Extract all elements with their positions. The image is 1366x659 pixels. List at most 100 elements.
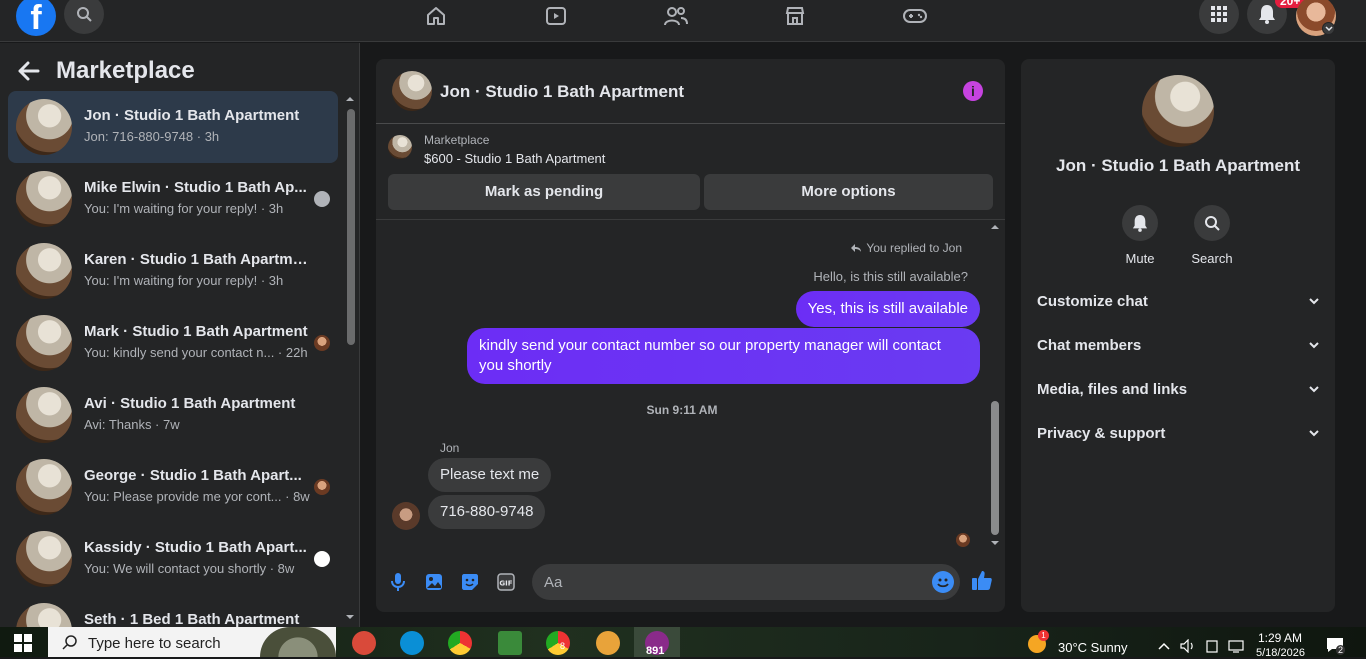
sender-name: Jon	[440, 441, 460, 455]
chat-title[interactable]: Jon · Studio 1 Bath Apartment	[440, 82, 684, 102]
message-timestamp: Sun 9:11 AM	[646, 403, 718, 417]
search-in-chat-button[interactable]: Search	[1182, 205, 1242, 266]
conversation-item[interactable]: Mike Elwin · Studio 1 Bath Ap... You: I'…	[8, 163, 338, 235]
outgoing-message[interactable]: Yes, this is still available	[795, 291, 980, 327]
gif-button[interactable]: GIF	[495, 571, 517, 593]
menu-button[interactable]	[1199, 0, 1239, 34]
conversation-name: Seth · 1 Bed 1 Bath Apartment	[84, 611, 300, 627]
chat-avatar[interactable]	[392, 71, 432, 111]
sticker-icon	[462, 574, 478, 590]
search-icon	[1194, 205, 1230, 241]
search-button[interactable]	[64, 0, 104, 34]
battery-icon[interactable]	[1206, 639, 1218, 653]
taskbar-search-placeholder: Type here to search	[88, 635, 221, 652]
info-icon[interactable]: i	[963, 81, 983, 101]
listing-category: Marketplace	[424, 133, 490, 147]
taskbar-app-icon[interactable]	[400, 631, 424, 655]
more-options-button[interactable]: More options	[704, 174, 993, 210]
thumbs-up-icon	[972, 571, 992, 590]
windows-start-icon[interactable]	[14, 634, 32, 652]
media-files-links-section[interactable]: Media, files and links	[1037, 369, 1319, 409]
watch-nav-button[interactable]	[542, 2, 570, 30]
home-icon	[427, 7, 445, 25]
sidebar-scrollbar[interactable]	[344, 95, 356, 623]
active-app-highlight[interactable]: 891	[634, 627, 680, 657]
conversation-preview: You: I'm waiting for your reply! · 3h	[84, 201, 284, 216]
conversation-list: Jon · Studio 1 Bath Apartment Jon: 716-8…	[8, 91, 338, 627]
mute-bell-icon	[1122, 205, 1158, 241]
image-icon	[426, 574, 442, 590]
gaming-nav-button[interactable]	[901, 2, 929, 30]
sidebar-scroll-thumb[interactable]	[347, 109, 355, 345]
like-button[interactable]	[971, 569, 993, 591]
listing-thumbnail	[16, 315, 72, 371]
conversation-item[interactable]: Seth · 1 Bed 1 Bath Apartment	[8, 595, 338, 627]
message-input[interactable]	[532, 564, 960, 600]
replied-note-text: You replied to Jon	[866, 241, 962, 255]
privacy-support-section[interactable]: Privacy & support	[1037, 413, 1319, 453]
read-receipt-avatar	[314, 479, 330, 495]
network-icon[interactable]	[1228, 639, 1244, 653]
incoming-message[interactable]: 716-880-9748	[428, 495, 546, 529]
voice-clip-button[interactable]	[387, 571, 409, 593]
conversation-preview: You: Please provide me yor cont... · 8w	[84, 489, 310, 504]
message-thread: You replied to Jon Hello, is this still …	[376, 221, 1005, 551]
conversation-item[interactable]: Jon · Studio 1 Bath Apartment Jon: 716-8…	[8, 91, 338, 163]
mute-button[interactable]: Mute	[1110, 205, 1170, 266]
conversation-item[interactable]: Mark · Studio 1 Bath Apartment You: kind…	[8, 307, 338, 379]
chat-header: Jon · Studio 1 Bath Apartment i	[376, 59, 1005, 124]
conversation-item[interactable]: Karen · Studio 1 Bath Apartment You: I'm…	[8, 235, 338, 307]
outgoing-message[interactable]: kindly send your contact number so our p…	[467, 328, 980, 384]
facebook-logo-icon[interactable]: f	[16, 0, 56, 36]
listing-thumbnail	[388, 135, 412, 159]
customize-chat-section[interactable]: Customize chat	[1037, 281, 1319, 321]
listing-avatar[interactable]	[1142, 75, 1214, 147]
marketplace-nav-button[interactable]	[781, 2, 809, 30]
sender-avatar[interactable]	[392, 502, 420, 530]
chat-scroll-thumb[interactable]	[991, 401, 999, 535]
scroll-down-arrow-icon[interactable]	[344, 613, 356, 621]
emoji-icon[interactable]	[932, 571, 954, 593]
weather-text[interactable]: 30°C Sunny	[1058, 640, 1128, 655]
gaming-controller-icon	[903, 9, 927, 23]
taskbar-app-icon[interactable]	[596, 631, 620, 655]
notification-center-badge: 2	[1336, 645, 1346, 655]
microphone-icon	[391, 573, 405, 591]
conversation-item[interactable]: George · Studio 1 Bath Apart... You: Ple…	[8, 451, 338, 523]
back-arrow-icon[interactable]	[18, 61, 40, 81]
conversation-item[interactable]: Kassidy · Studio 1 Bath Apart... You: We…	[8, 523, 338, 595]
read-receipt-avatar	[314, 335, 330, 351]
clock-time[interactable]: 1:29 AM	[1258, 631, 1302, 645]
chat-scrollbar[interactable]	[988, 223, 1002, 549]
friends-nav-button[interactable]	[662, 2, 690, 30]
chrome-icon[interactable]	[448, 631, 472, 655]
conversation-preview: Jon: 716-880-9748 · 3h	[84, 129, 220, 144]
search-icon	[77, 7, 92, 22]
listing-thumbnail	[16, 603, 72, 627]
taskbar-app-icon[interactable]	[352, 631, 376, 655]
clock-date[interactable]: 5/18/2026	[1256, 647, 1305, 659]
scroll-up-arrow-icon[interactable]	[988, 223, 1002, 231]
attach-photo-button[interactable]	[423, 571, 445, 593]
delivered-indicator-icon	[314, 551, 330, 567]
taskbar-app-icon[interactable]	[498, 631, 522, 655]
chrome-profile-icon[interactable]: 8	[546, 631, 570, 655]
mark-as-pending-button[interactable]: Mark as pending	[388, 174, 700, 210]
chrome-badge: 8	[560, 641, 566, 651]
section-label: Customize chat	[1037, 292, 1148, 310]
conversation-item[interactable]: Avi · Studio 1 Bath Apartment Avi: Thank…	[8, 379, 338, 451]
volume-icon[interactable]	[1180, 639, 1196, 653]
sticker-button[interactable]	[459, 571, 481, 593]
chat-members-section[interactable]: Chat members	[1037, 325, 1319, 365]
listing-thumbnail	[16, 99, 72, 155]
home-nav-button[interactable]	[422, 2, 450, 30]
scroll-down-arrow-icon[interactable]	[988, 539, 1002, 547]
taskbar-search-box[interactable]: Type here to search	[48, 627, 336, 657]
account-chevron-down-icon[interactable]	[1322, 22, 1335, 35]
scroll-up-arrow-icon[interactable]	[344, 95, 356, 103]
incoming-message[interactable]: Please text me	[428, 458, 552, 492]
app-badge-text: 891	[646, 645, 665, 657]
chevron-up-icon[interactable]	[1158, 642, 1170, 650]
conversation-name: Mark · Studio 1 Bath Apartment	[84, 323, 308, 340]
windows-taskbar: Type here to search 8 891 1 30°C Sunny 1…	[0, 627, 1366, 659]
